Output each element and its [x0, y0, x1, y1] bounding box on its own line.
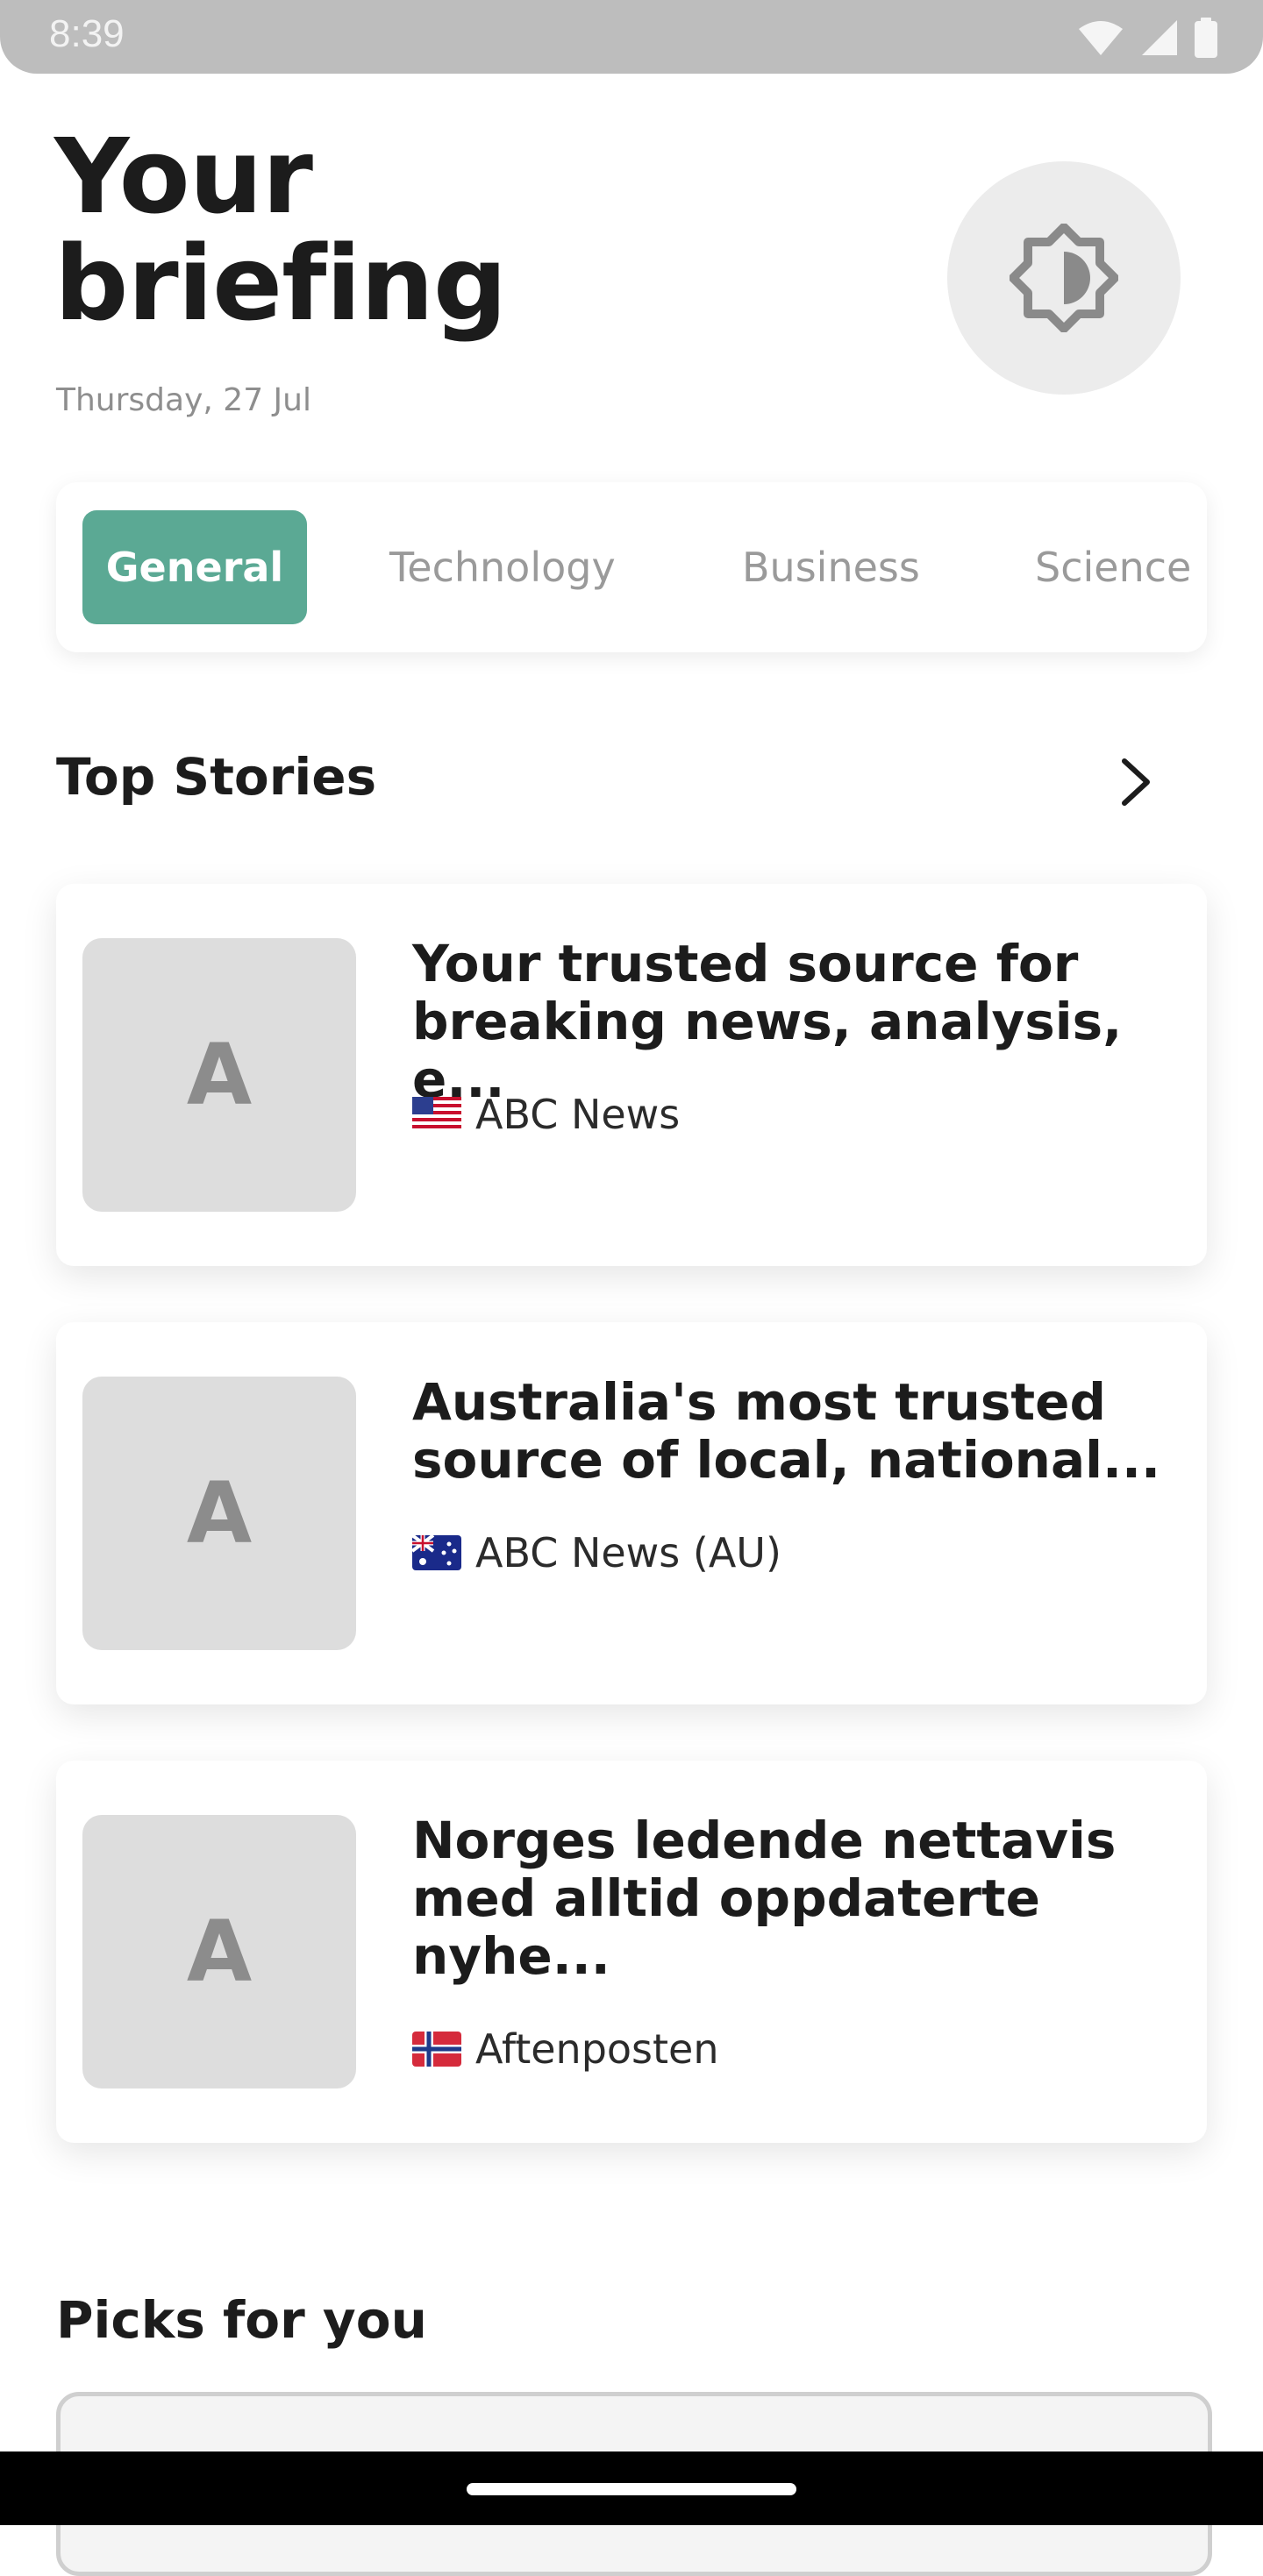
wifi-icon [1079, 21, 1123, 55]
picks-heading: Picks for you [56, 2290, 427, 2350]
home-indicator[interactable] [467, 2483, 796, 2495]
story-source-name: Aftenposten [475, 2025, 719, 2073]
story-source: ABC News [412, 1091, 680, 1138]
story-thumbnail: A [82, 1377, 356, 1650]
tab-science[interactable]: Science [1035, 510, 1191, 624]
story-title: Norges ledende nettavis med alltid oppda… [412, 1811, 1117, 1986]
status-icons [1077, 18, 1219, 58]
no-flag-icon [412, 2032, 461, 2067]
story-card[interactable]: A Your trusted source for breaking news,… [56, 884, 1207, 1266]
story-thumbnail: A [82, 938, 356, 1212]
story-title: Australia's most trusted source of local… [412, 1372, 1161, 1490]
story-thumbnail: A [82, 1815, 356, 2089]
date-label: Thursday, 27 Jul [56, 382, 311, 418]
au-flag-icon [412, 1535, 461, 1570]
theme-toggle-button[interactable] [947, 161, 1181, 395]
page-title-line2: briefing [54, 223, 507, 344]
tab-business[interactable]: Business [742, 510, 920, 624]
story-source: Aftenposten [412, 2025, 719, 2073]
story-card[interactable]: A Australia's most trusted source of loc… [56, 1322, 1207, 1704]
story-source-name: ABC News [475, 1091, 681, 1138]
story-source: ABC News (AU) [412, 1529, 781, 1576]
brightness-icon [1010, 224, 1118, 332]
signal-icon [1142, 20, 1177, 55]
us-flag-icon [412, 1097, 461, 1132]
status-time: 8:39 [49, 12, 125, 55]
story-card[interactable]: A Norges ledende nettavis med alltid opp… [56, 1761, 1207, 2143]
navigation-bar [0, 2451, 1263, 2525]
tab-technology[interactable]: Technology [389, 510, 616, 624]
tab-general[interactable]: General [82, 510, 307, 624]
category-tab-bar: General Technology Business Science [56, 482, 1207, 652]
status-bar: 8:39 [0, 0, 1263, 74]
chevron-right-icon[interactable] [1112, 756, 1158, 808]
battery-icon [1195, 18, 1217, 58]
page-title-line1: Your [54, 116, 313, 237]
page-title: Your briefing [54, 123, 507, 337]
top-stories-heading: Top Stories [56, 747, 377, 807]
story-title: Your trusted source for breaking news, a… [412, 934, 1123, 1109]
story-source-name: ABC News (AU) [475, 1529, 781, 1576]
